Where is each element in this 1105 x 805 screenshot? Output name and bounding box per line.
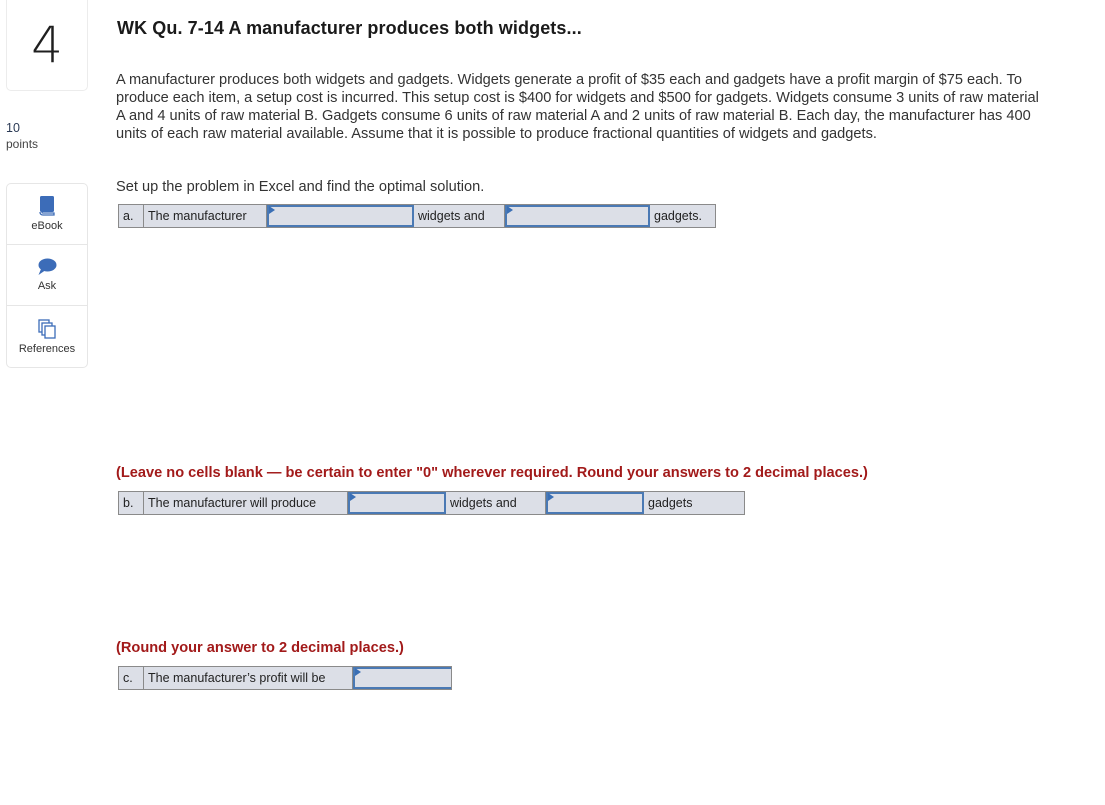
points-value: 10	[6, 121, 20, 135]
input-flag-icon	[548, 493, 554, 501]
ask-label: Ask	[37, 280, 57, 292]
part-b-lead: The manufacturer will produce	[144, 492, 348, 514]
documents-icon	[38, 318, 56, 339]
question-title: WK Qu. 7-14 A manufacturer produces both…	[117, 18, 582, 38]
points-label: points	[6, 137, 39, 151]
part-c-input[interactable]	[353, 667, 451, 689]
part-c-note: (Round your answer to 2 decimal places.)	[116, 640, 404, 656]
part-b-mid: widgets and	[446, 492, 546, 514]
setup-instruction: Set up the problem in Excel and find the…	[116, 179, 485, 195]
part-b-widgets-input[interactable]	[350, 494, 444, 512]
part-a-input-2[interactable]	[505, 205, 650, 227]
part-a-mid: widgets and	[414, 205, 505, 227]
part-c-letter: c.	[119, 667, 144, 689]
problem-statement: A manufacturer produces both widgets and…	[116, 72, 1039, 142]
part-a-tail: gadgets.	[654, 209, 702, 223]
part-c-profit-input[interactable]	[355, 669, 451, 687]
dropdown-flag-icon	[269, 206, 275, 214]
tools-panel: eBook Ask References	[6, 183, 88, 368]
dropdown-flag-icon	[507, 206, 513, 214]
input-flag-icon	[350, 493, 356, 501]
points-info: 10 points	[6, 120, 38, 152]
ask-button[interactable]: Ask	[7, 245, 87, 306]
input-flag-icon	[355, 668, 361, 676]
part-b-row: b. The manufacturer will produce widgets…	[118, 491, 745, 515]
part-c-row: c. The manufacturer’s profit will be	[118, 666, 452, 690]
part-a-row: a. The manufacturer widgets and gadgets.	[118, 204, 716, 228]
part-b-tail: gadgets	[648, 496, 693, 510]
part-b-input-2[interactable]	[546, 492, 644, 514]
part-c-lead: The manufacturer’s profit will be	[144, 667, 353, 689]
part-b-gadgets-input[interactable]	[548, 494, 642, 512]
ebook-label: eBook	[31, 220, 63, 232]
part-b-input-1[interactable]	[348, 492, 446, 514]
question-number: 4	[6, 0, 88, 91]
ebook-button[interactable]: eBook	[7, 184, 87, 245]
part-a-lead: The manufacturer	[144, 205, 267, 227]
references-button[interactable]: References	[7, 306, 87, 367]
part-a-widgets-input[interactable]	[269, 207, 412, 225]
part-a-gadgets-input[interactable]	[507, 207, 648, 225]
book-icon	[39, 196, 55, 216]
speech-bubble-icon	[38, 258, 57, 275]
part-b-note: (Leave no cells blank — be certain to en…	[116, 465, 868, 481]
part-a-input-1[interactable]	[267, 205, 414, 227]
part-b-letter: b.	[119, 492, 144, 514]
references-label: References	[18, 342, 76, 355]
part-a-letter: a.	[119, 205, 144, 227]
